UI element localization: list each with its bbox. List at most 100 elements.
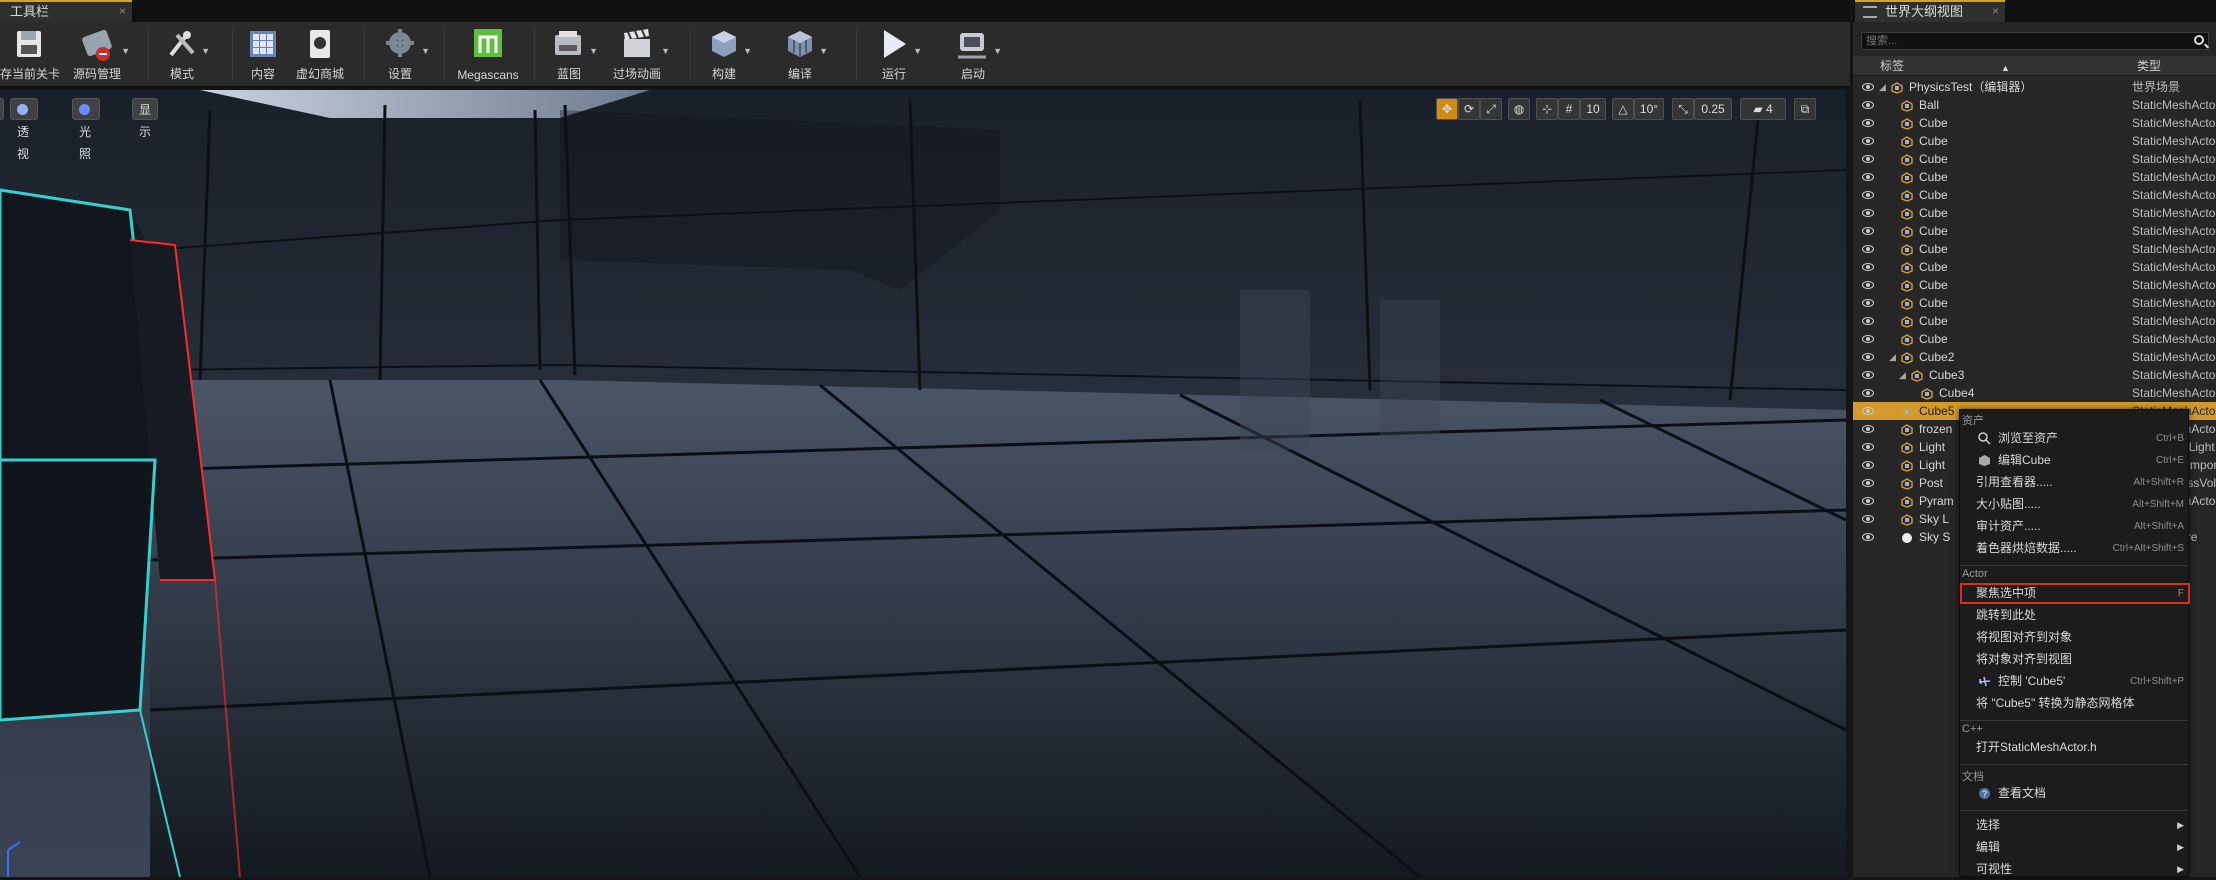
chevron-down-icon[interactable]: ▼ (201, 46, 210, 56)
rotate-tool-button[interactable]: ⟳ (1458, 98, 1480, 120)
surface-snap-button[interactable]: ⊹ (1536, 98, 1558, 120)
expand-arrow-icon[interactable]: ◢ (1889, 348, 1896, 366)
visibility-eye-icon[interactable] (1862, 389, 1874, 397)
scale-tool-button[interactable]: ⤢ (1480, 98, 1502, 120)
build-button[interactable]: 构建 ▼ (698, 24, 752, 86)
visibility-eye-icon[interactable] (1862, 119, 1874, 127)
toolbar-tab[interactable]: 工具栏 × (0, 0, 132, 22)
outliner-actor-row[interactable]: Cube StaticMeshActor (1853, 132, 2216, 150)
chevron-down-icon[interactable]: ▼ (421, 46, 430, 56)
chevron-down-icon[interactable]: ▼ (121, 46, 130, 56)
visibility-eye-icon[interactable] (1862, 209, 1874, 217)
outliner-actor-row[interactable]: Cube StaticMeshActor (1853, 240, 2216, 258)
visibility-eye-icon[interactable] (1862, 461, 1874, 469)
menu-go-here[interactable]: 跳转到此处 (1960, 605, 2186, 626)
settings-button[interactable]: 设置 ▼ (372, 24, 430, 86)
menu-browse-to-asset[interactable]: 浏览至资产 Ctrl+B (1960, 428, 2186, 449)
translate-tool-button[interactable]: ✥ (1436, 98, 1458, 120)
visibility-eye-icon[interactable] (1862, 299, 1874, 307)
level-viewport[interactable]: 透视 光照 显示 ✥ ⟳ ⤢ ◍ ⊹ # 10 △ 10° ⤡ 0.25 ▰ 4… (0, 90, 1846, 877)
menu-convert-to-static-mesh[interactable]: 将 "Cube5" 转换为静态网格体 (1960, 693, 2186, 714)
chevron-down-icon[interactable]: ▼ (913, 46, 922, 56)
visibility-eye-icon[interactable] (1862, 173, 1874, 181)
menu-snap-object-to-view[interactable]: 将对象对齐到视图 (1960, 649, 2186, 670)
chevron-down-icon[interactable]: ▼ (819, 46, 828, 56)
play-button[interactable]: 运行 ▼ (868, 24, 922, 86)
outliner-actor-row[interactable]: ◢ Cube2 StaticMeshActor (1853, 348, 2216, 366)
visibility-eye-icon[interactable] (1862, 479, 1874, 487)
outliner-actor-row[interactable]: Cube StaticMeshActor (1853, 294, 2216, 312)
scale-snap-toggle[interactable]: ⤡ (1672, 98, 1694, 120)
outliner-actor-row[interactable]: Cube StaticMeshActor (1853, 312, 2216, 330)
menu-open-header[interactable]: 打开StaticMeshActor.h (1960, 737, 2186, 758)
outliner-actor-row[interactable]: Cube4 StaticMeshActor (1853, 384, 2216, 402)
outliner-tab[interactable]: 世界大纲视图 × (1855, 0, 2005, 22)
compile-button[interactable]: 编译 ▼ (774, 24, 828, 86)
visibility-eye-icon[interactable] (1862, 101, 1874, 109)
rotation-snap-toggle[interactable]: △ (1612, 98, 1634, 120)
close-icon[interactable]: × (1992, 2, 1999, 21)
chevron-down-icon[interactable]: ▼ (993, 46, 1002, 56)
show-button[interactable]: 显示 (132, 98, 159, 139)
visibility-eye-icon[interactable] (1862, 317, 1874, 325)
visibility-eye-icon[interactable] (1862, 281, 1874, 289)
visibility-eye-icon[interactable] (1862, 83, 1874, 91)
scale-snap-value[interactable]: 0.25 (1694, 98, 1732, 120)
megascans-button[interactable]: Megascans (452, 24, 524, 86)
close-icon[interactable]: × (119, 2, 126, 21)
source-control-button[interactable]: 源码管理 ▼ (66, 24, 130, 86)
visibility-eye-icon[interactable] (1862, 155, 1874, 163)
visibility-eye-icon[interactable] (1862, 227, 1874, 235)
cinematics-button[interactable]: 过场动画 ▼ (606, 24, 670, 86)
visibility-eye-icon[interactable] (1862, 245, 1874, 253)
outliner-world-row[interactable]: ◢ PhysicsTest（编辑器） 世界场景 (1853, 78, 2216, 96)
menu-focus-selected[interactable]: 聚焦选中项 F (1960, 583, 2190, 604)
visibility-eye-icon[interactable] (1862, 371, 1874, 379)
menu-reference-viewer[interactable]: 引用查看器..... Alt+Shift+R (1960, 472, 2186, 493)
outliner-actor-row[interactable]: ◢ Cube3 StaticMeshActor (1853, 366, 2216, 384)
menu-shader-cook-data[interactable]: 着色器烘焙数据..... Ctrl+Alt+Shift+S (1960, 538, 2186, 559)
outliner-actor-row[interactable]: Cube StaticMeshActor (1853, 258, 2216, 276)
menu-pilot-actor[interactable]: 控制 'Cube5' Ctrl+Shift+P (1960, 671, 2186, 692)
outliner-actor-row[interactable]: Cube StaticMeshActor (1853, 168, 2216, 186)
rotation-snap-value[interactable]: 10° (1634, 98, 1664, 120)
outliner-actor-row[interactable]: Ball StaticMeshActor (1853, 96, 2216, 114)
outliner-actor-row[interactable]: Cube StaticMeshActor (1853, 276, 2216, 294)
visibility-eye-icon[interactable] (1862, 335, 1874, 343)
visibility-eye-icon[interactable] (1862, 353, 1874, 361)
column-label-header[interactable]: 标签 (1880, 56, 1904, 76)
chevron-down-icon[interactable]: ▼ (661, 46, 670, 56)
marketplace-button[interactable]: 虚幻商城 (292, 24, 348, 86)
search-icon[interactable] (2194, 35, 2204, 45)
maximize-viewport-button[interactable]: ⧉ (1794, 98, 1816, 120)
visibility-eye-icon[interactable] (1862, 443, 1874, 451)
perspective-button[interactable]: 透视 (10, 98, 38, 161)
visibility-eye-icon[interactable] (1862, 407, 1874, 415)
blueprint-button[interactable]: 蓝图 ▼ (542, 24, 598, 86)
lit-button[interactable]: 光照 (72, 98, 100, 161)
outliner-actor-row[interactable]: Cube StaticMeshActor (1853, 222, 2216, 240)
menu-size-map[interactable]: 大小贴图..... Alt+Shift+M (1960, 494, 2186, 515)
world-local-button[interactable]: ◍ (1508, 98, 1530, 120)
camera-speed-button[interactable]: ▰ 4 (1740, 98, 1786, 120)
visibility-eye-icon[interactable] (1862, 191, 1874, 199)
menu-select[interactable]: 选择 ▶ (1960, 815, 2186, 836)
menu-snap-view-to-object[interactable]: 将视图对齐到对象 (1960, 627, 2186, 648)
menu-edit-cube[interactable]: 编辑Cube Ctrl+E (1960, 450, 2186, 471)
chevron-down-icon[interactable]: ▼ (589, 46, 598, 56)
menu-view-docs[interactable]: ? 查看文档 (1960, 783, 2186, 804)
grid-snap-toggle[interactable]: # (1558, 98, 1580, 120)
expand-arrow-icon[interactable]: ◢ (1899, 366, 1906, 384)
visibility-eye-icon[interactable] (1862, 497, 1874, 505)
visibility-eye-icon[interactable] (1862, 515, 1874, 523)
content-button[interactable]: 内容 (240, 24, 286, 86)
outliner-actor-row[interactable]: Cube StaticMeshActor (1853, 204, 2216, 222)
launch-button[interactable]: 启动 ▼ (946, 24, 1002, 86)
menu-edit[interactable]: 编辑 ▶ (1960, 837, 2186, 858)
outliner-actor-row[interactable]: Cube StaticMeshActor (1853, 330, 2216, 348)
expand-arrow-icon[interactable]: ◢ (1879, 78, 1886, 96)
visibility-eye-icon[interactable] (1862, 425, 1874, 433)
outliner-actor-row[interactable]: Cube StaticMeshActor (1853, 186, 2216, 204)
visibility-eye-icon[interactable] (1862, 137, 1874, 145)
menu-audit-assets[interactable]: 审计资产..... Alt+Shift+A (1960, 516, 2186, 537)
